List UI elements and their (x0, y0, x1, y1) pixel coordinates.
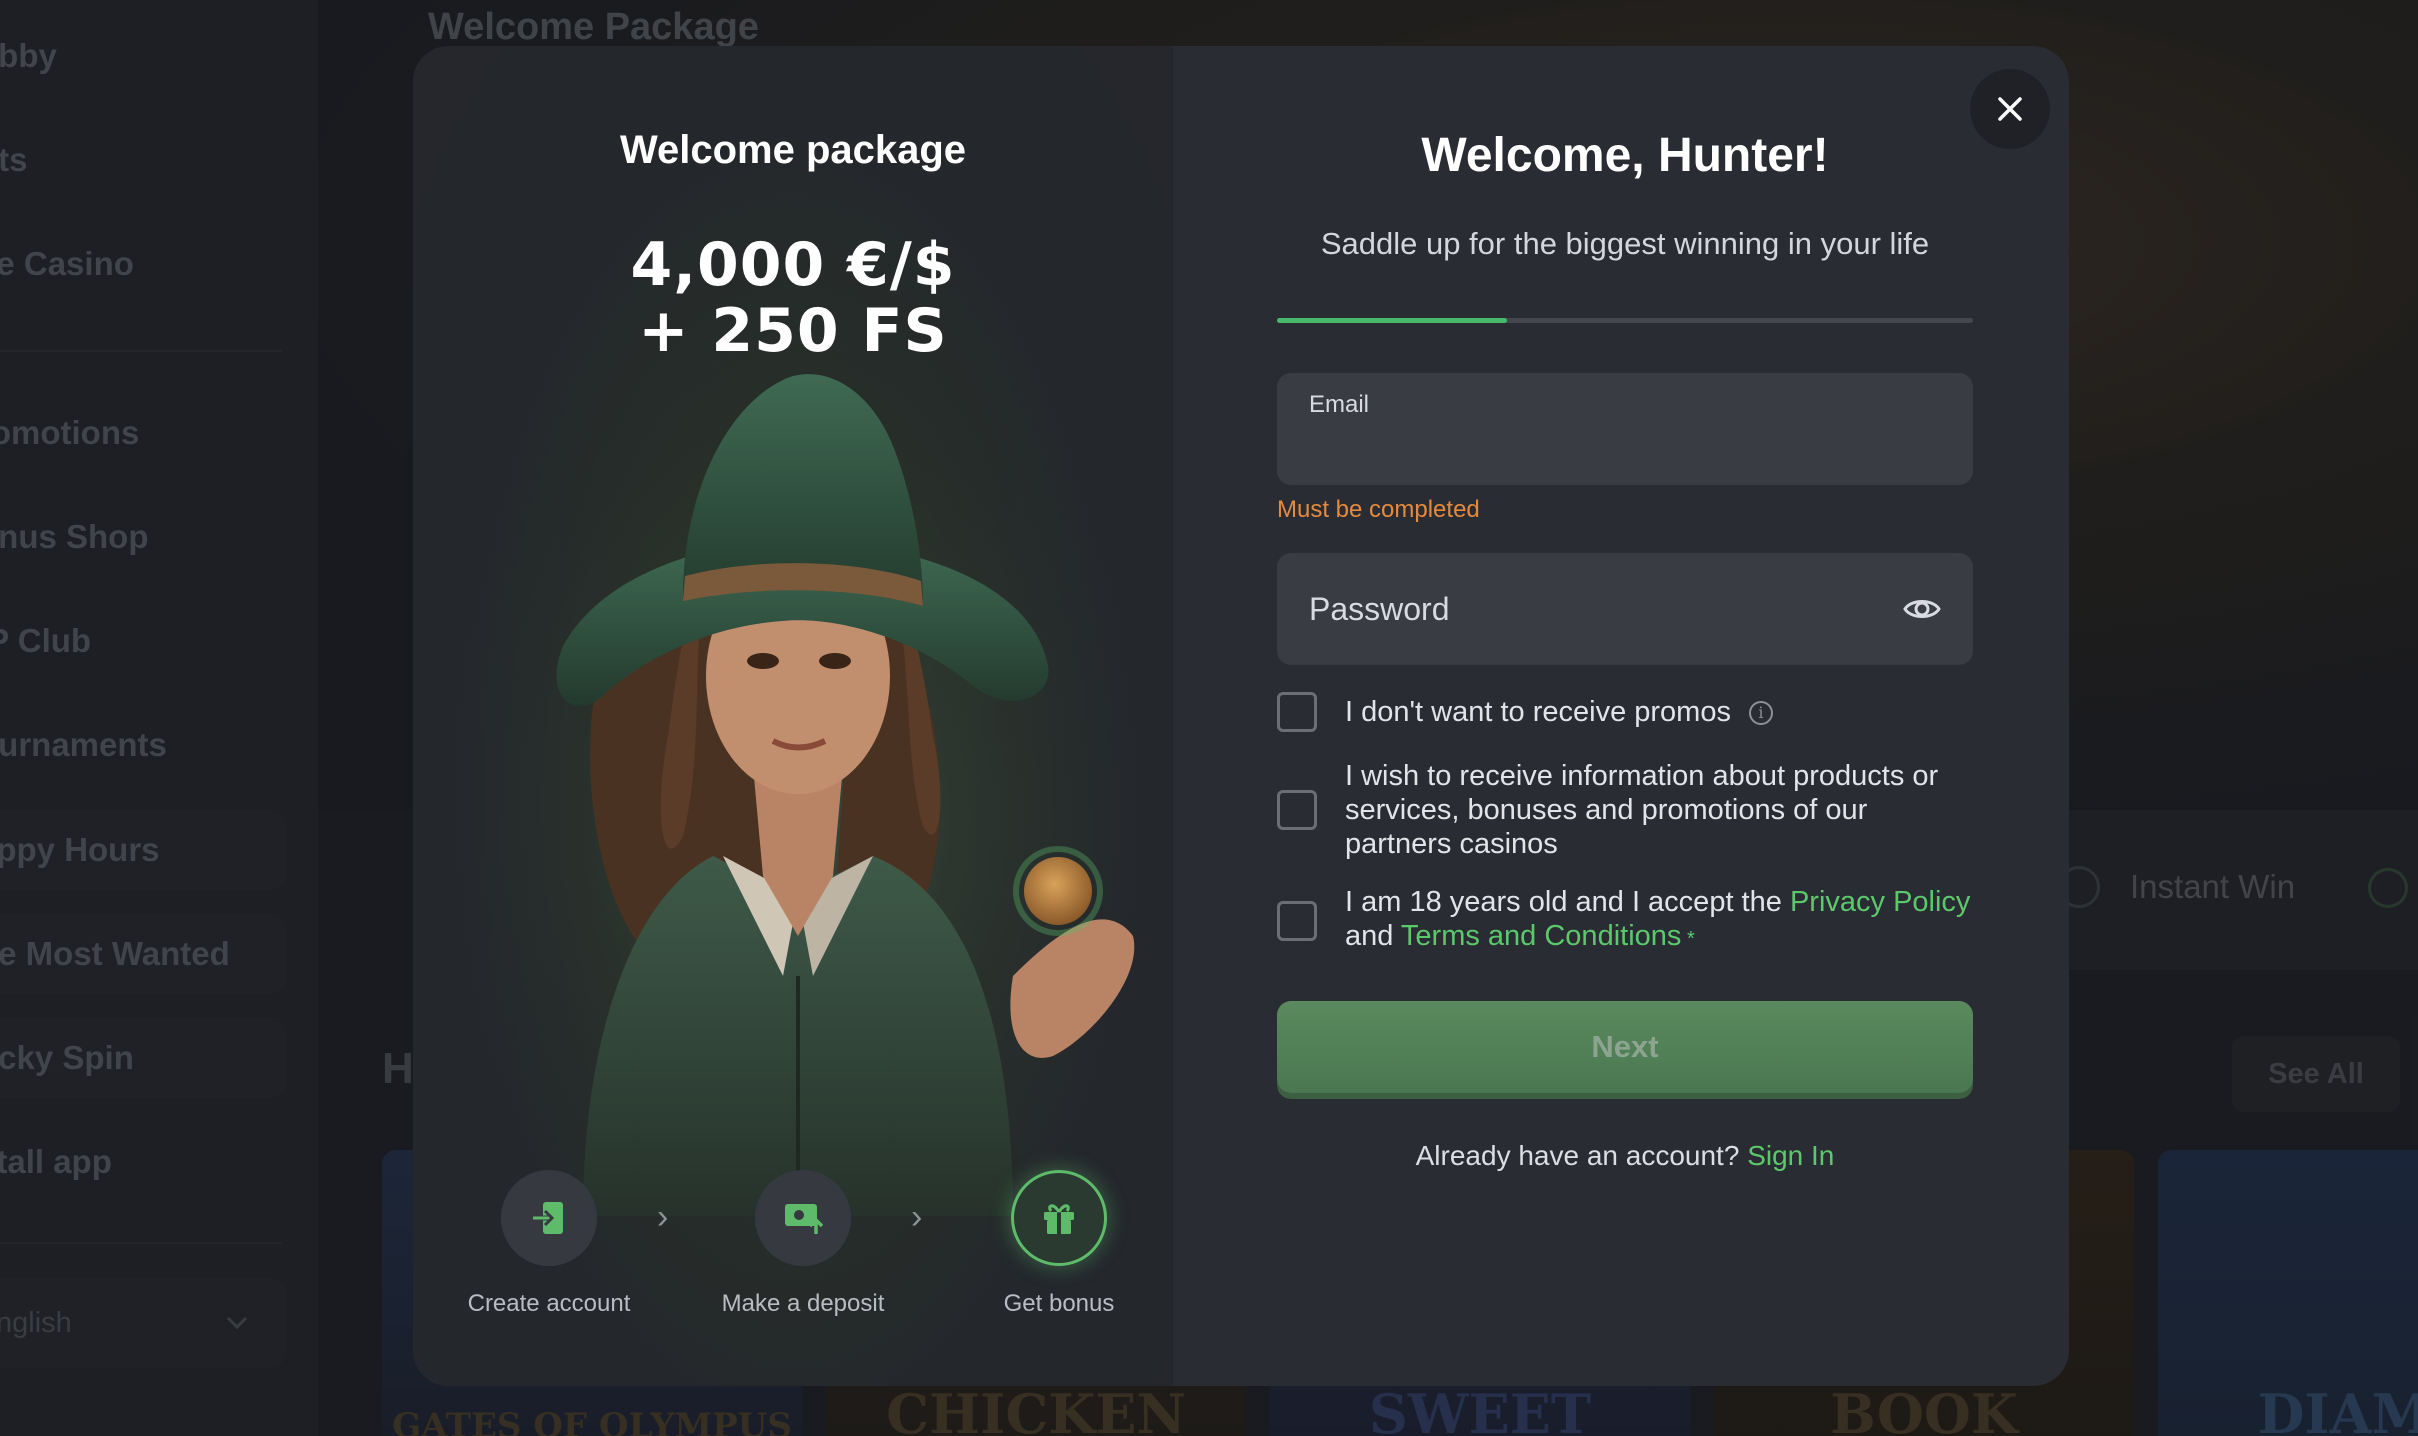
signup-form: Welcome, Hunter! Saddle up for the bigge… (1277, 46, 1973, 1386)
step-label: Make a deposit (721, 1290, 885, 1317)
sign-in-link[interactable]: Sign In (1747, 1140, 1834, 1171)
gift-icon (1044, 1204, 1074, 1234)
age-terms-label: I am 18 years old and I accept the Priva… (1345, 886, 1971, 952)
password-input[interactable] (1309, 587, 1869, 631)
email-label: Email (1309, 391, 1370, 418)
signup-progress-bar (1277, 318, 1973, 323)
eye-icon[interactable] (1903, 591, 1941, 627)
step-circle (755, 1170, 851, 1266)
close-button[interactable] (1970, 69, 2050, 149)
step-circle-active (1011, 1170, 1107, 1266)
chevron-right-icon: › (657, 1198, 669, 1236)
next-button[interactable]: Next (1277, 1001, 1973, 1093)
password-field[interactable] (1277, 553, 1973, 665)
step-circle (501, 1170, 597, 1266)
form-subtitle: Saddle up for the biggest winning in you… (1320, 226, 1930, 261)
age-terms-row: I am 18 years old and I accept the Priva… (1277, 885, 1973, 956)
partners-info-label: I wish to receive information about prod… (1345, 760, 1939, 860)
promos-opt-out-label: I don't want to receive promos i (1345, 695, 1773, 729)
progress-fill (1277, 318, 1507, 323)
privacy-policy-link[interactable]: Privacy Policy (1790, 886, 1971, 918)
promo-title: Welcome package (619, 128, 967, 172)
email-error-message: Must be completed (1277, 496, 1480, 523)
bonus-steps: Create account › Make a deposit › Get bo… (413, 1170, 1173, 1370)
email-input[interactable] (1309, 423, 1929, 467)
cowgirl-illustration (453, 336, 1153, 1216)
welcome-package-panel: Welcome package 4,000 €/$ + 250 FS Creat… (413, 46, 1173, 1386)
chevron-right-icon: › (911, 1198, 923, 1236)
deposit-icon (785, 1204, 824, 1234)
signup-modal: Welcome package 4,000 €/$ + 250 FS Creat… (413, 46, 2069, 1386)
step-create-account: Create account (449, 1170, 649, 1318)
step-label: Get bonus (1003, 1290, 1115, 1317)
login-icon (533, 1202, 563, 1234)
required-mark: * (1681, 928, 1695, 950)
age-terms-checkbox[interactable] (1277, 900, 1317, 941)
form-title: Welcome, Hunter! (1421, 129, 1829, 182)
signin-prompt: Already have an account? Sign In (1415, 1140, 1835, 1171)
partners-info-checkbox[interactable] (1277, 790, 1317, 830)
page: obby ots ve Casino romotions onus Shop I… (0, 0, 2418, 1436)
partners-info-row: I wish to receive information about prod… (1277, 759, 1973, 861)
promo-amount-line1: 4,000 €/$ (630, 230, 956, 300)
promos-opt-out-checkbox[interactable] (1277, 692, 1317, 732)
step-label: Create account (467, 1290, 631, 1317)
promos-opt-out-row: I don't want to receive promos i (1277, 692, 1973, 732)
terms-link[interactable]: Terms and Conditions (1401, 920, 1681, 952)
email-field[interactable]: Email (1277, 373, 1973, 485)
step-make-deposit: Make a deposit (703, 1170, 903, 1318)
info-icon[interactable]: i (1748, 701, 1773, 726)
step-get-bonus: Get bonus (959, 1170, 1159, 1318)
close-icon (1998, 97, 2022, 121)
